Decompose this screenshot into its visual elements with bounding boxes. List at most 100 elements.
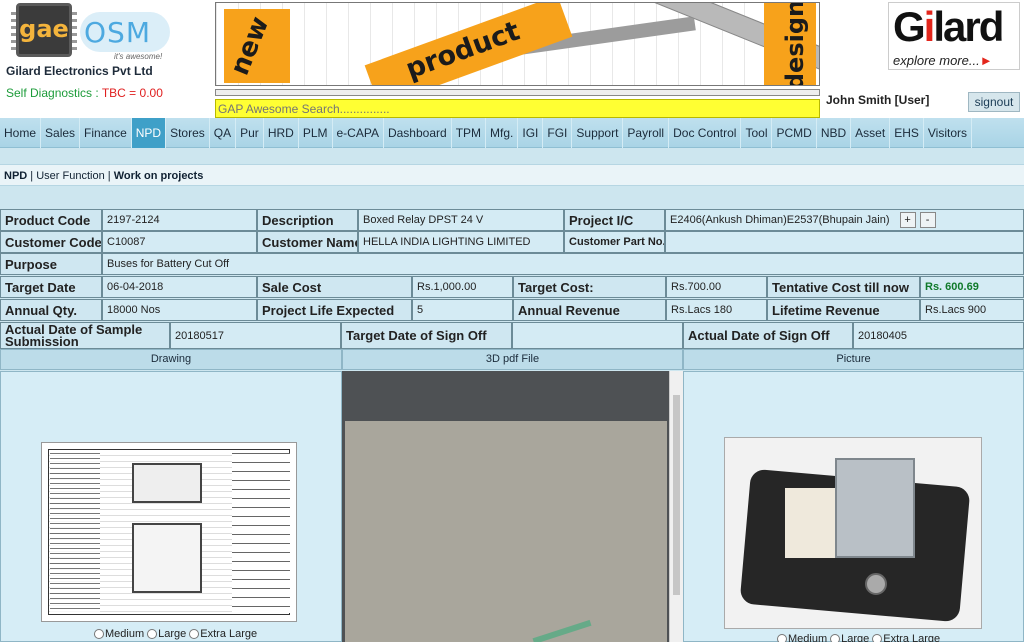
- product-code-value: 2197-2124: [102, 209, 257, 231]
- nav-item-nbd[interactable]: NBD: [817, 118, 852, 148]
- gae-logo: gae: [11, 3, 77, 57]
- gilard-tagline: explore more...: [893, 53, 980, 68]
- label-large-picture: Large: [841, 633, 870, 642]
- nav-item-visitors[interactable]: Visitors: [924, 118, 972, 148]
- radio-extra-large-picture[interactable]: [872, 634, 883, 642]
- nav-item-stores[interactable]: Stores: [166, 118, 210, 148]
- pdf-viewer[interactable]: [342, 371, 683, 642]
- remove-ic-button[interactable]: -: [919, 212, 936, 228]
- osm-tagline: it's awesome!: [114, 52, 163, 61]
- nav-item-tool[interactable]: Tool: [741, 118, 773, 148]
- label-extra-large-picture: Extra Large: [883, 633, 941, 642]
- customer-name-value: HELLA INDIA LIGHTING LIMITED: [358, 231, 564, 253]
- banner-word-design: design: [781, 2, 810, 86]
- breadcrumb-work-on-projects: Work on projects: [113, 170, 204, 182]
- nav-item-plm[interactable]: PLM: [299, 118, 333, 148]
- purpose-label: Purpose: [0, 253, 102, 275]
- osm-logo-text: OSM: [84, 16, 151, 49]
- project-ic-cell: E2406(Ankush Dhiman)E2537(Bhupain Jain) …: [665, 209, 1024, 231]
- self-diagnostics-value: TBC = 0.00: [101, 86, 163, 100]
- search-input[interactable]: [215, 99, 820, 118]
- banner-word-new: new: [224, 12, 276, 80]
- sample-submission-label: Actual Date of Sample Submission: [0, 322, 170, 349]
- nav-item-pur[interactable]: Pur: [236, 118, 264, 148]
- details-row-2: Customer Code C10087 Customer Name HELLA…: [0, 231, 1024, 253]
- nav-item-hrd[interactable]: HRD: [264, 118, 299, 148]
- company-name: Gilard Electronics Pvt Ltd: [6, 64, 153, 78]
- product-code-label: Product Code: [0, 209, 102, 231]
- target-date-value: 06-04-2018: [102, 276, 257, 298]
- breadcrumb-npd[interactable]: NPD: [4, 170, 27, 182]
- breadcrumb-user-function[interactable]: User Function: [36, 170, 104, 182]
- signout-button[interactable]: signout: [968, 92, 1020, 112]
- osm-logo: OSM it's awesome!: [80, 8, 172, 61]
- target-date-label: Target Date: [0, 276, 102, 298]
- nav-item-sales[interactable]: Sales: [41, 118, 81, 148]
- radio-large-drawing[interactable]: [147, 629, 158, 639]
- details-row-3: Purpose Buses for Battery Cut Off: [0, 253, 1024, 275]
- gilard-logo: Gilard explore more...►: [888, 2, 1020, 70]
- nav-item-npd[interactable]: NPD: [131, 118, 167, 148]
- radio-medium-picture[interactable]: [777, 634, 787, 642]
- gilard-logo-text: Gilard: [893, 3, 1004, 50]
- lifetime-revenue-value: Rs.Lacs 900: [920, 299, 1024, 321]
- project-life-label: Project Life Expected: [257, 299, 412, 321]
- label-large-drawing: Large: [158, 628, 187, 640]
- nav-item-payroll[interactable]: Payroll: [623, 118, 670, 148]
- lifetime-revenue-label: Lifetime Revenue: [767, 299, 920, 321]
- customer-code-value: C10087: [102, 231, 257, 253]
- banner-image: new product design: [215, 2, 820, 86]
- nav-item-dashboard[interactable]: Dashboard: [384, 118, 452, 148]
- nav-item-support[interactable]: Support: [572, 118, 624, 148]
- project-ic-value: E2406(Ankush Dhiman)E2537(Bhupain Jain): [670, 214, 890, 226]
- nav-item-ehs[interactable]: EHS: [890, 118, 924, 148]
- nav-item-finance[interactable]: Finance: [80, 118, 132, 148]
- add-ic-button[interactable]: +: [899, 212, 916, 228]
- gae-logo-text: gae: [19, 15, 69, 43]
- main-nav: Home Sales Finance NPD Stores QA Pur HRD PLM e-CA…: [0, 118, 1024, 148]
- nav-item-e-capa[interactable]: e-CAPA: [333, 118, 384, 148]
- annual-revenue-label: Annual Revenue: [513, 299, 666, 321]
- nav-item-fgi[interactable]: FGI: [543, 118, 573, 148]
- nav-item-mfg[interactable]: Mfg.: [486, 118, 519, 148]
- tentative-cost-label: Tentative Cost till now: [767, 276, 920, 298]
- arrow-icon: ►: [979, 53, 993, 68]
- banner-word-product: product: [401, 15, 524, 86]
- label-medium-picture: Medium: [788, 633, 828, 642]
- customer-name-label: Customer Name: [257, 231, 358, 253]
- search-progress-bar: [215, 89, 820, 96]
- pdf-scrollbar[interactable]: [669, 371, 683, 642]
- picture-size-options: Medium Large Extra Large: [774, 633, 940, 642]
- customer-part-label: Customer Part No.: [564, 231, 665, 253]
- user-name: John Smith [User]: [826, 93, 930, 107]
- drawing-image[interactable]: [41, 442, 297, 622]
- customer-part-value: [665, 231, 1024, 253]
- nav-item-igi[interactable]: IGI: [518, 118, 544, 148]
- nav-item-doc-control[interactable]: Doc Control: [669, 118, 742, 148]
- nav-item-qa[interactable]: QA: [210, 118, 237, 148]
- self-diagnostics: Self Diagnostics : TBC = 0.00: [6, 86, 163, 100]
- actual-signoff-value: 20180405: [853, 322, 1024, 349]
- actual-signoff-label: Actual Date of Sign Off: [683, 322, 853, 349]
- description-value: Boxed Relay DPST 24 V: [358, 209, 564, 231]
- customer-code-label: Customer Code: [0, 231, 102, 253]
- radio-medium-drawing[interactable]: [94, 629, 104, 639]
- nav-item-asset[interactable]: Asset: [851, 118, 891, 148]
- picture-image[interactable]: [724, 437, 982, 629]
- header: gae OSM it's awesome! Gilard Electronics…: [0, 0, 1024, 118]
- sale-cost-value: Rs.1,000.00: [412, 276, 513, 298]
- pdf-scrollbar-thumb[interactable]: [673, 395, 680, 595]
- sample-submission-value: 20180517: [170, 322, 341, 349]
- drawing-header: Drawing: [0, 349, 342, 370]
- target-cost-label: Target Cost:: [513, 276, 666, 298]
- radio-large-picture[interactable]: [830, 634, 841, 642]
- nav-item-tpm[interactable]: TPM: [452, 118, 487, 148]
- nav-item-home[interactable]: Home: [0, 118, 42, 148]
- details-row-5: Annual Qty. 18000 Nos Project Life Expec…: [0, 299, 1024, 321]
- self-diagnostics-label: Self Diagnostics :: [6, 86, 99, 100]
- pdf-page: [345, 421, 667, 642]
- radio-extra-large-drawing[interactable]: [189, 629, 200, 639]
- drawing-pane: Medium Large Extra Large: [0, 371, 342, 642]
- nav-item-pcmd[interactable]: PCMD: [772, 118, 817, 148]
- target-signoff-label: Target Date of Sign Off: [341, 322, 512, 349]
